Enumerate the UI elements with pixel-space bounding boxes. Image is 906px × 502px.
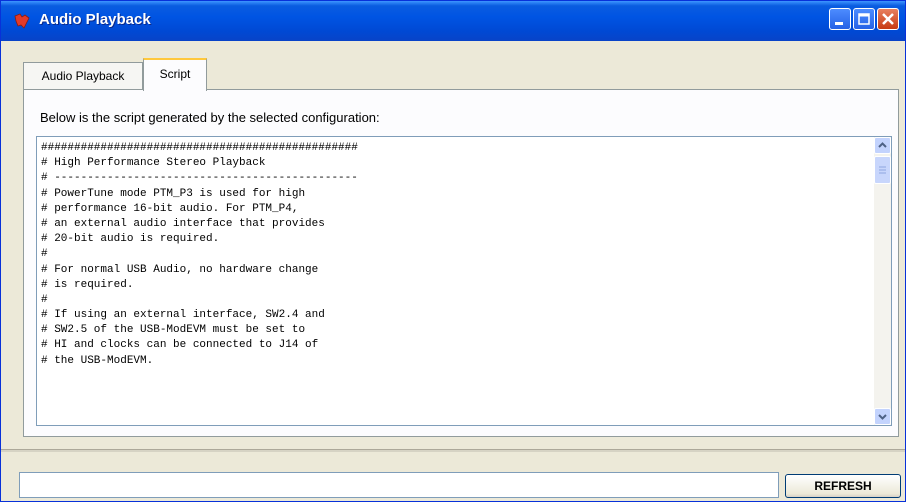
window-title: Audio Playback (39, 11, 151, 28)
script-line: # an external audio interface that provi… (41, 217, 325, 230)
maximize-icon (858, 13, 870, 25)
script-content[interactable]: ########################################… (41, 141, 867, 423)
script-tab-panel: Below is the script generated by the sel… (23, 89, 899, 437)
script-line: # For normal USB Audio, no hardware chan… (41, 263, 319, 276)
tab-script[interactable]: Script (143, 58, 207, 91)
ti-logo-icon (13, 12, 31, 30)
scroll-up-arrow-icon (878, 142, 887, 148)
scroll-down-arrow-icon (878, 414, 887, 420)
minimize-button[interactable] (829, 8, 851, 30)
scroll-up-button[interactable] (874, 137, 891, 154)
script-description: Below is the script generated by the sel… (40, 110, 380, 125)
close-button[interactable] (877, 8, 899, 30)
script-line: # (41, 248, 48, 261)
vertical-scrollbar[interactable] (874, 137, 891, 425)
thumb-grip-icon (879, 166, 886, 174)
scroll-down-button[interactable] (874, 408, 891, 425)
scrollbar-thumb[interactable] (874, 156, 891, 184)
refresh-button[interactable]: REFRESH (785, 474, 901, 498)
audio-playback-window: Audio Playback Audio Playback Script Bel… (0, 0, 906, 502)
minimize-icon (835, 22, 843, 25)
script-line: # --------------------------------------… (41, 172, 358, 185)
tab-audio-playback[interactable]: Audio Playback (23, 62, 143, 90)
script-line: # PowerTune mode PTM_P3 is used for high (41, 187, 306, 200)
script-line: # is required. (41, 278, 134, 291)
script-line: # SW2.5 of the USB-ModEVM must be set to (41, 324, 306, 337)
script-line: # performance 16-bit audio. For PTM_P4, (41, 202, 299, 215)
script-line: # High Performance Stereo Playback (41, 157, 266, 170)
script-line: # (41, 293, 48, 306)
script-line: # If using an external interface, SW2.4 … (41, 309, 325, 322)
script-line: # the USB-ModEVM. (41, 354, 154, 367)
title-bar[interactable]: Audio Playback (1, 1, 905, 41)
script-line: ########################################… (41, 142, 358, 154)
maximize-button[interactable] (853, 8, 875, 30)
script-textarea[interactable]: ########################################… (36, 136, 892, 426)
status-field[interactable] (19, 472, 779, 498)
script-line: # HI and clocks can be connected to J14 … (41, 339, 319, 352)
close-icon (882, 13, 894, 25)
footer-divider (1, 449, 905, 452)
script-line: # 20-bit audio is required. (41, 233, 220, 246)
